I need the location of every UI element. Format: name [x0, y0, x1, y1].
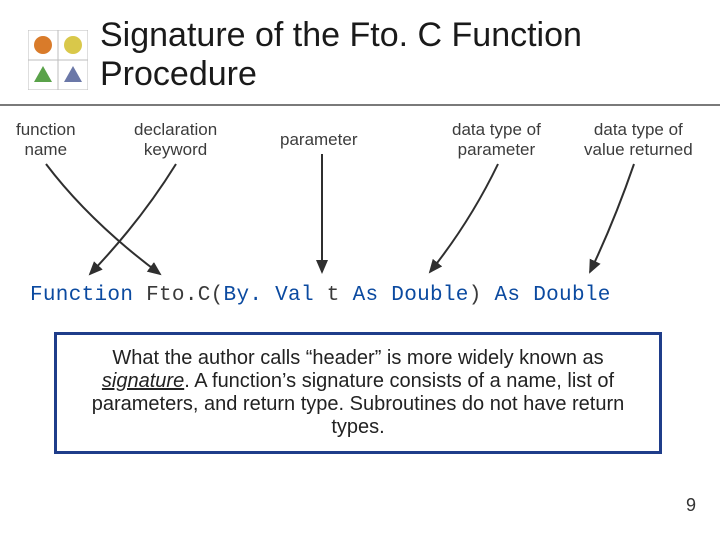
label-datatype-return: data type of value returned	[584, 120, 693, 159]
label-declaration-keyword: declaration keyword	[134, 120, 217, 159]
label-parameter: parameter	[280, 130, 357, 150]
note-text: What the author calls “header” is more w…	[92, 347, 625, 438]
note-box: What the author calls “header” is more w…	[54, 332, 662, 454]
param-t: t	[327, 284, 340, 307]
keyword-function: Function	[30, 284, 133, 307]
slide: Signature of the Fto. C Function Procedu…	[0, 0, 720, 540]
title-underline	[0, 104, 720, 106]
slide-title: Signature of the Fto. C Function Procedu…	[100, 16, 720, 94]
keyword-as-double-return: As Double	[495, 284, 611, 307]
label-function-name: function name	[16, 120, 76, 159]
page-number: 9	[686, 495, 696, 516]
paren-open: (	[211, 284, 224, 307]
paren-close: )	[469, 284, 482, 307]
signature-diagram: function name declaration keyword parame…	[0, 112, 720, 312]
logo-icon	[28, 30, 88, 90]
keyword-byval: By. Val	[224, 284, 314, 307]
identifier-ftoc: Fto.C	[146, 284, 211, 307]
keyword-as-double-param: As Double	[353, 284, 469, 307]
label-datatype-parameter: data type of parameter	[452, 120, 541, 159]
code-signature: Function Fto.C(By. Val t As Double) As D…	[30, 284, 611, 307]
